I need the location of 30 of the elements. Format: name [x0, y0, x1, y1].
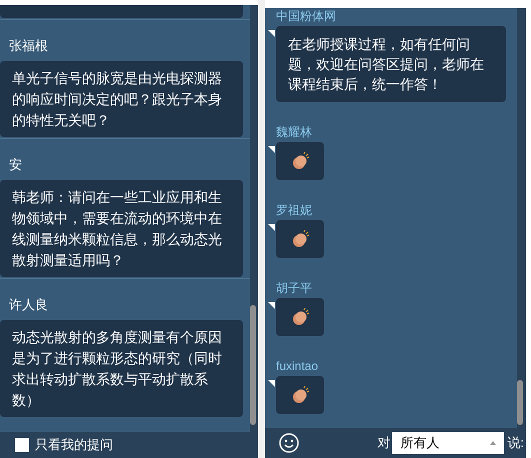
asker-name: 许人良: [8, 296, 49, 314]
bubble-tail-icon: [268, 146, 275, 153]
scrollbar-thumb[interactable]: [250, 305, 256, 425]
say-label: 说:: [507, 434, 524, 452]
scrollbar-thumb[interactable]: [517, 380, 523, 425]
bubble-tail-icon: [268, 224, 275, 231]
bubble-tail-icon: [268, 380, 275, 387]
recipient-select[interactable]: 所有人: [392, 432, 504, 454]
caret-icon: [490, 441, 496, 445]
question-bubble: 单光子信号的脉宽是由光电探测器的响应时间决定的吧？跟光子本身的特性无关吧？: [0, 61, 243, 137]
clapping-hands-icon: [290, 308, 310, 326]
message-bubble: 在老师授课过程，如有任何问题，欢迎在问答区提问，老师在课程结束后，统一作答！: [276, 26, 506, 102]
sender-name: 胡子平: [275, 280, 313, 296]
clapping-hands-icon: [290, 152, 310, 170]
to-label: 对: [377, 434, 390, 452]
sender-name: 罗祖妮: [275, 202, 313, 218]
checkbox-label: 只看我的提问: [35, 437, 113, 453]
sender-name: 魏耀林: [275, 124, 313, 140]
asker-name: 安: [8, 156, 23, 174]
clapping-hands-icon: [290, 230, 310, 248]
question-bubble: 韩老师：请问在一些工业应用和生物领域中，需要在流动的环境中在线测量纳米颗粒信息，那么动态光散射测量适用吗？: [0, 180, 243, 277]
clapping-hands-icon: [290, 386, 310, 404]
sender-name: 中国粉体网: [275, 8, 337, 24]
smiley-icon[interactable]: [279, 433, 299, 453]
question-bubble: 动态光散射的多角度测量有个原因是为了进行颗粒形态的研究（同时求出转动扩散系数与平动扩散系数）: [0, 320, 243, 417]
asker-name: 张福根: [8, 37, 49, 55]
bubble-tail-icon: [268, 302, 275, 309]
bubble-tail-icon: [268, 30, 275, 37]
checkbox[interactable]: [15, 438, 29, 452]
sender-name: fuxintao: [275, 358, 320, 374]
